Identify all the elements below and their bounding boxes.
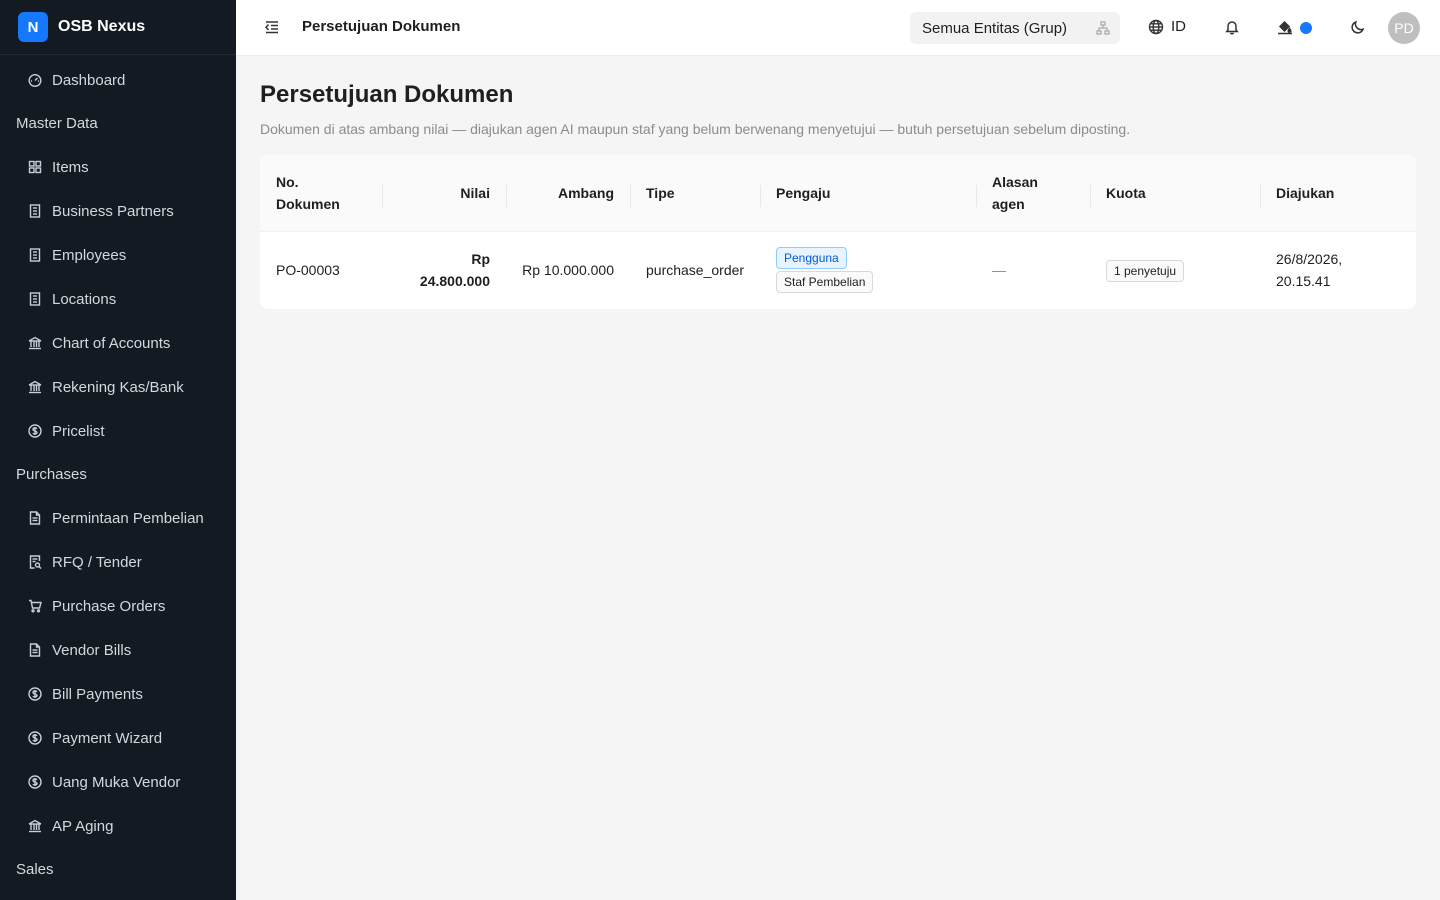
sidebar-item-permintaan-pembelian[interactable]: Permintaan Pembelian (0, 496, 236, 540)
avatar[interactable]: PD (1388, 12, 1420, 44)
sidebar-item-label: Payment Wizard (52, 729, 163, 747)
sidebar-item-purchase-orders[interactable]: Purchase Orders (0, 584, 236, 628)
sidebar-item-label: AP Aging (52, 817, 114, 835)
page-description: Dokumen di atas ambang nilai — diajukan … (260, 121, 1131, 137)
paint-bucket-icon[interactable] (1277, 19, 1293, 35)
sidebar-group-sales[interactable]: Sales (0, 848, 236, 891)
sidebar-group-label: Master Data (16, 115, 98, 132)
submitter-type-tag: Pengguna (776, 247, 847, 270)
sidebar-item-items[interactable]: Items (0, 145, 236, 189)
submitter-role-tag: Staf Pembelian (776, 271, 874, 294)
sidebar-item-employees[interactable]: Employees (0, 233, 236, 277)
sidebar-item-label: Bill Payments (52, 685, 143, 703)
sidebar-item-vendor-bills[interactable]: Vendor Bills (0, 628, 236, 672)
quota-tag: 1 penyetuju (1106, 259, 1185, 282)
sidebar-nav: Dashboard Master Data Items Business Partne… (0, 55, 236, 891)
column-header: Diajukan (1260, 155, 1416, 232)
theme-color-swatch[interactable] (1300, 22, 1312, 34)
header: Persetujuan Dokumen Semua Entitas (Grup)… (236, 0, 1440, 56)
approval-table-card: No. Dokumen Nilai Ambang Tipe Pengaju Al… (260, 155, 1416, 309)
doc-number-cell[interactable]: PO-00003 (260, 231, 382, 309)
quota-cell: 1 penyetuju (1090, 231, 1260, 309)
cart-icon (28, 599, 42, 613)
column-header: Tipe (630, 155, 760, 232)
sidebar-item-label: Permintaan Pembelian (52, 509, 204, 527)
entity-select-value: Semua Entitas (Grup) (922, 19, 1068, 37)
bank-icon (28, 380, 42, 394)
building-icon (28, 292, 42, 306)
dashboard-icon (28, 73, 42, 87)
column-header: Pengaju (760, 155, 976, 232)
type-cell: purchase_order (646, 262, 745, 279)
sidebar-item-pricelist[interactable]: Pricelist (0, 409, 236, 453)
sidebar-item-chart-of-accounts[interactable]: Chart of Accounts (0, 321, 236, 365)
column-header: Ambang (506, 155, 630, 232)
sidebar-group-label: Sales (16, 861, 54, 878)
moon-icon[interactable] (1350, 19, 1366, 35)
column-header: Nilai (382, 155, 506, 232)
brand-name: OSB Nexus (58, 18, 146, 35)
menu-toggle-icon[interactable] (264, 19, 280, 35)
building-icon (28, 248, 42, 262)
column-header: Kuota (1090, 155, 1260, 232)
sidebar-item-label: Dashboard (52, 71, 126, 89)
sidebar: N OSB Nexus Dashboard Master Data Items Bus… (0, 0, 236, 900)
hierarchy-icon (1096, 21, 1110, 35)
sidebar-item-label: Chart of Accounts (52, 334, 171, 352)
value-cell: Rp 24.800.000 (419, 251, 490, 290)
sidebar-group-label: Purchases (16, 466, 87, 483)
grid-icon (28, 160, 42, 174)
dollar-icon (28, 731, 42, 745)
sidebar-item-dashboard[interactable]: Dashboard (0, 58, 236, 102)
entity-select[interactable]: Semua Entitas (Grup) (910, 12, 1120, 44)
sidebar-item-bill-payments[interactable]: Bill Payments (0, 672, 236, 716)
sidebar-item-label: Purchase Orders (52, 597, 166, 615)
dollar-icon (28, 424, 42, 438)
page-title: Persetujuan Dokumen (260, 81, 514, 108)
column-header: No. Dokumen (260, 155, 382, 232)
sidebar-item-business-partners[interactable]: Business Partners (0, 189, 236, 233)
sidebar-item-payment-wizard[interactable]: Payment Wizard (0, 716, 236, 760)
sidebar-item-label: Uang Muka Vendor (52, 773, 181, 791)
agent-reason-cell: — (992, 262, 1006, 279)
sidebar-group-master-data[interactable]: Master Data (0, 102, 236, 145)
document-icon (28, 643, 42, 657)
header-title: Persetujuan Dokumen (302, 18, 461, 35)
sidebar-item-label: Pricelist (52, 422, 105, 440)
sidebar-item-label: RFQ / Tender (52, 553, 142, 571)
sidebar-item-label: Rekening Kas/Bank (52, 378, 184, 396)
sidebar-group-purchases[interactable]: Purchases (0, 453, 236, 496)
sidebar-item-label: Items (52, 158, 89, 176)
sidebar-item-label: Business Partners (52, 202, 174, 220)
dollar-icon (28, 687, 42, 701)
globe-icon (1148, 19, 1164, 34)
sidebar-item-locations[interactable]: Locations (0, 277, 236, 321)
language-code: ID (1171, 18, 1186, 35)
building-icon (28, 204, 42, 218)
document-search-icon (28, 555, 42, 569)
sidebar-item-rekening-kas-bank[interactable]: Rekening Kas/Bank (0, 365, 236, 409)
threshold-cell: Rp 10.000.000 (522, 262, 614, 279)
table-row[interactable]: PO-00003 Rp 24.800.000 Rp 10.000.000 pur… (260, 231, 1416, 309)
bank-icon (28, 336, 42, 350)
language-switcher[interactable]: ID (1148, 18, 1186, 35)
bell-icon[interactable] (1224, 19, 1240, 35)
brand[interactable]: N OSB Nexus (0, 0, 236, 55)
document-icon (28, 511, 42, 525)
submitter-cell: Pengguna Staf Pembelian (760, 231, 976, 309)
main-content: Persetujuan Dokumen Dokumen di atas amba… (260, 56, 1416, 309)
column-header: Alasan agen (976, 155, 1090, 232)
approval-table: No. Dokumen Nilai Ambang Tipe Pengaju Al… (260, 155, 1416, 309)
sidebar-item-label: Employees (52, 246, 127, 264)
table-header-row: No. Dokumen Nilai Ambang Tipe Pengaju Al… (260, 155, 1416, 232)
sidebar-item-ap-aging[interactable]: AP Aging (0, 804, 236, 848)
sidebar-item-uang-muka-vendor[interactable]: Uang Muka Vendor (0, 760, 236, 804)
dollar-icon (28, 775, 42, 789)
submitted-at-cell: 26/8/2026, 20.15.41 (1276, 251, 1343, 290)
bank-icon (28, 819, 42, 833)
sidebar-item-label: Vendor Bills (52, 641, 132, 659)
sidebar-item-rfq-tender[interactable]: RFQ / Tender (0, 540, 236, 584)
brand-logo: N (18, 12, 48, 42)
sidebar-item-label: Locations (52, 290, 117, 308)
